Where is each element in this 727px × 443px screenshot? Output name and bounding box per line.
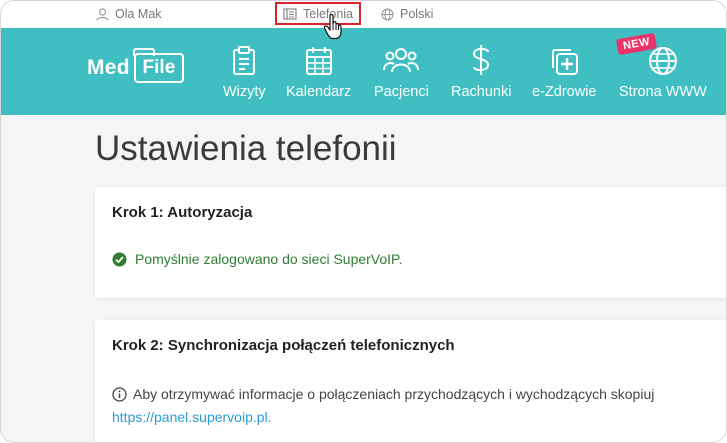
step1-heading: Krok 1: Autoryzacja [112, 204, 253, 221]
nav-label: Wizyty [223, 84, 266, 100]
top-bar: Ola Mak Telefonia Polski [1, 1, 726, 28]
nav-label: e-Zdrowie [532, 84, 597, 100]
nav-e-zdrowie[interactable]: e-Zdrowie [532, 38, 596, 100]
nav-label: Rachunki [451, 84, 512, 100]
dollar-icon [473, 45, 490, 75]
check-circle-icon [112, 252, 127, 266]
info-message: Aby otrzymywać informacje o połączeniach… [112, 386, 654, 402]
step1-card: Krok 1: Autoryzacja Pomyślnie zalogowano… [95, 187, 726, 298]
globe-icon [381, 7, 394, 21]
user-menu[interactable]: Ola Mak [96, 7, 162, 21]
nav-label: Strona WWW [619, 84, 707, 100]
page-title: Ustawienia telefonii [95, 129, 397, 168]
hand-cursor-icon [323, 14, 342, 40]
app-window: Ola Mak Telefonia Polski Med File Wizyty… [0, 0, 727, 443]
nav-pacjenci[interactable]: Pacjenci [374, 38, 429, 100]
medfile-logo[interactable]: Med File [87, 48, 184, 83]
step2-heading: Krok 2: Synchronizacja połączeń telefoni… [112, 337, 455, 354]
info-icon [112, 386, 127, 402]
success-text: Pomyślnie zalogowano do sieci SuperVoIP. [135, 251, 403, 267]
nav-label: Pacjenci [374, 84, 429, 100]
main-nav: Med File Wizyty Kalendarz Pacjenci Rachu… [1, 28, 726, 115]
language-selector[interactable]: Polski [381, 7, 433, 21]
logo-text-file: File [133, 48, 184, 83]
supervoip-panel-link[interactable]: https://panel.supervoip.pl. [112, 409, 272, 425]
logo-text-med: Med [87, 56, 130, 79]
calendar-icon [305, 47, 332, 75]
nav-kalendarz[interactable]: Kalendarz [286, 38, 351, 100]
user-name: Ola Mak [115, 7, 162, 21]
clipboard-icon [233, 46, 256, 75]
success-message: Pomyślnie zalogowano do sieci SuperVoIP. [112, 251, 402, 267]
nav-rachunki[interactable]: Rachunki [451, 38, 511, 100]
globe-icon [648, 47, 677, 75]
nav-label: Kalendarz [286, 84, 352, 100]
telefonia-link[interactable]: Telefonia [275, 2, 362, 25]
medical-cross-icon [552, 49, 579, 75]
users-icon [383, 48, 420, 73]
user-icon [96, 7, 109, 21]
phone-book-icon [283, 7, 297, 20]
step2-card: Krok 2: Synchronizacja połączeń telefoni… [95, 320, 726, 442]
nav-wizyty[interactable]: Wizyty [223, 38, 266, 100]
language-label: Polski [400, 7, 434, 21]
info-text: Aby otrzymywać informacje o połączeniach… [133, 386, 655, 402]
